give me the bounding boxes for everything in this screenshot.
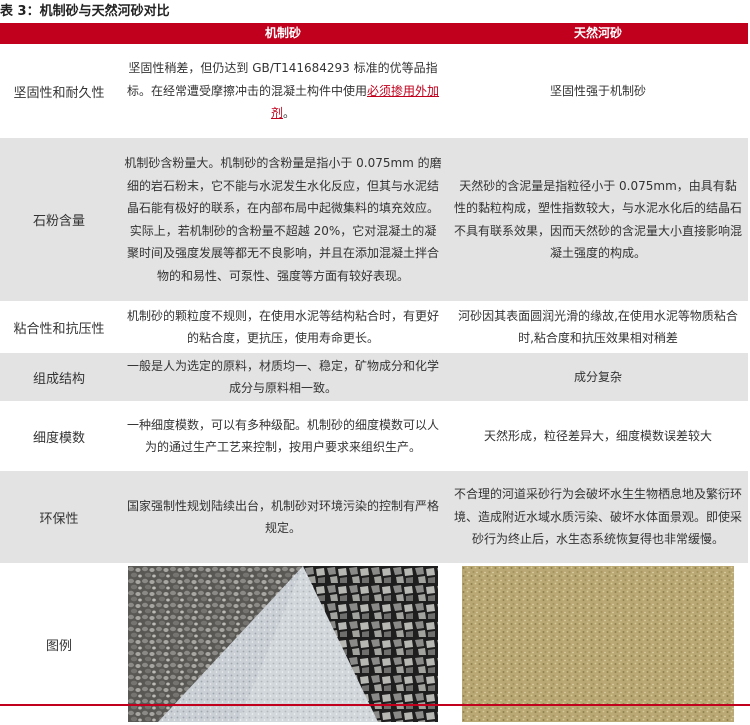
table-row-composition: 组成结构 一般是人为选定的原料，材质均一、稳定，矿物成分和化学成分与原料相一致。… <box>0 353 748 401</box>
table-header-row: 机制砂 天然河砂 <box>0 23 748 44</box>
table-row-environment: 环保性 国家强制性规划陆续出台，机制砂对环境污染的控制有严格规定。 不合理的河道… <box>0 471 748 563</box>
table-row-stone-powder: 石粉含量 机制砂含粉量大。机制砂的含粉量是指小于 0.075mm 的磨细的岩石粉… <box>0 138 748 301</box>
row-label: 坚固性和耐久性 <box>13 85 105 101</box>
manufactured-sand-cell: 一种细度模数，可以有多种级配。机制砂的细度模数可以人为的通过生产工艺来控制，按用… <box>126 417 439 455</box>
header-natural-sand: 天然河砂 <box>573 26 622 41</box>
natural-sand-cell: 成分复杂 <box>573 369 622 384</box>
bottom-divider <box>0 704 750 706</box>
natural-sand-photo <box>462 566 734 722</box>
natural-sand-image-cell <box>448 563 748 725</box>
table-row-fineness: 细度模数 一种细度模数，可以有多种级配。机制砂的细度模数可以人为的通过生产工艺来… <box>0 401 748 471</box>
row-label: 细度模数 <box>32 430 85 446</box>
natural-sand-cell: 天然砂的含泥量是指粒径小于 0.075mm，由具有黏性的黏粒构成，塑性指数较大，… <box>454 178 743 261</box>
row-label: 组成结构 <box>32 371 85 387</box>
manufactured-sand-cell: 机制砂的颗粒度不规则，在使用水泥等结构粘合时，有更好的粘合度，更抗压，使用寿命更… <box>126 308 439 346</box>
row-label: 环保性 <box>39 511 79 527</box>
table-row-adhesion: 粘合性和抗压性 机制砂的颗粒度不规则，在使用水泥等结构粘合时，有更好的粘合度，更… <box>0 301 748 353</box>
row-label: 图例 <box>45 638 72 654</box>
natural-sand-cell: 不合理的河道采砂行为会破坏水生生物栖息地及繁衍环境、造成附近水域水质污染、破坏水… <box>454 487 743 547</box>
row-label: 粘合性和抗压性 <box>13 321 105 337</box>
table-row-durability: 坚固性和耐久性 坚固性稍差，但仍达到 GB/T141684293 标准的优等品指… <box>0 44 748 138</box>
table-title: 表 3：机制砂与天然河砂对比 <box>0 4 170 19</box>
manufactured-sand-cell: 机制砂含粉量大。机制砂的含粉量是指小于 0.075mm 的磨细的岩石粉末，它不能… <box>124 156 442 283</box>
manufactured-sand-image-cell <box>118 563 448 725</box>
natural-sand-cell: 坚固性强于机制砂 <box>549 83 646 98</box>
row-label: 石粉含量 <box>32 214 85 229</box>
natural-sand-cell: 河砂因其表面圆润光滑的缘故,在使用水泥等物质粘合时,粘合度和抗压效果相对稍差 <box>458 308 738 346</box>
manufactured-sand-photo <box>128 566 438 722</box>
manufactured-sand-cell: 国家强制性规划陆续出台，机制砂对环境污染的控制有严格规定。 <box>126 498 439 536</box>
manufactured-sand-cell: 坚固性稍差，但仍达到 GB/T141684293 标准的优等品指标。在经常遭受摩… <box>126 61 440 121</box>
table-row-illustration: 图例 <box>0 563 748 725</box>
natural-sand-cell: 天然形成，粒径差异大，细度模数误差较大 <box>483 428 712 443</box>
header-empty-cell <box>0 23 118 44</box>
header-manufactured-sand: 机制砂 <box>264 26 301 41</box>
manufactured-sand-cell: 一般是人为选定的原料，材质均一、稳定，矿物成分和化学成分与原料相一致。 <box>126 358 439 396</box>
